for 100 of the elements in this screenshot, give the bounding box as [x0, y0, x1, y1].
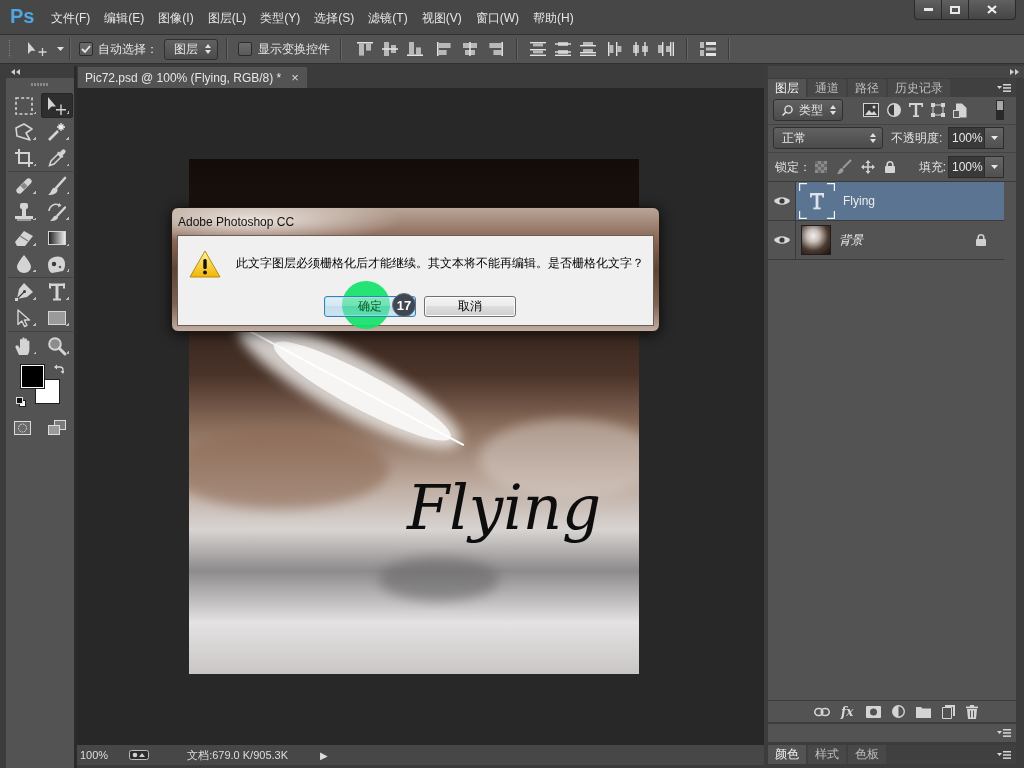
menu-item[interactable]: 类型(Y) [256, 10, 305, 26]
tool-button[interactable] [40, 93, 73, 118]
checkbox[interactable] [238, 42, 252, 56]
new-layer-icon[interactable] [942, 704, 956, 719]
folder-icon[interactable] [916, 705, 932, 718]
menu-item[interactable]: 图层(L) [203, 10, 251, 26]
brush-icon [47, 176, 66, 195]
align-center-icon[interactable] [462, 42, 478, 56]
menu-item[interactable]: 视图(V) [417, 10, 466, 26]
picture-icon[interactable] [863, 103, 879, 117]
minimize-button[interactable] [914, 0, 942, 20]
document-tab[interactable]: Pic72.psd @ 100% (Flying, RGB/8) * × [78, 67, 307, 88]
caret-icon [990, 165, 998, 169]
panel-menu-icon[interactable] [997, 84, 1011, 92]
pen-icon [14, 282, 33, 301]
checkbox[interactable] [79, 42, 93, 56]
panel-tab[interactable]: 色板 [848, 745, 886, 764]
half-circle-icon[interactable] [887, 103, 901, 117]
panel-menu-icon[interactable] [997, 729, 1011, 737]
lock-label: 锁定： [775, 158, 811, 176]
panel-tab[interactable]: 样式 [808, 745, 846, 764]
document-info: 文档:679.0 K/905.3K [187, 747, 289, 763]
layer-row[interactable]: Flying [796, 182, 1004, 220]
fill-menu-button[interactable] [985, 156, 1004, 178]
distribute-top-icon[interactable] [530, 42, 546, 56]
zoom-icon [47, 336, 66, 355]
close-button[interactable] [969, 0, 1016, 20]
distribute-left-icon[interactable] [608, 42, 624, 56]
expand-arrows-icon[interactable] [1010, 69, 1019, 75]
align-left-icon[interactable] [437, 42, 453, 56]
checkerboard-icon[interactable] [815, 161, 827, 173]
distribute-right-icon[interactable] [658, 42, 674, 56]
sponge-icon [47, 254, 66, 273]
distribute-middle-icon[interactable] [555, 42, 571, 56]
maximize-button[interactable] [942, 0, 969, 20]
swap-arrow-icon[interactable] [54, 364, 64, 374]
auto-select-dropdown[interactable]: 图层 [164, 38, 218, 60]
panel-tab[interactable]: 路径 [848, 79, 886, 97]
menu-item[interactable]: 文件(F) [47, 10, 95, 26]
eye-icon[interactable] [773, 196, 790, 206]
panel-tab[interactable]: 通道 [808, 79, 846, 97]
tick-icon [81, 45, 91, 53]
menu-item[interactable]: 滤镜(T) [364, 10, 412, 26]
minimize-icon [923, 8, 933, 11]
menu-item[interactable]: 编辑(E) [100, 10, 149, 26]
tool-preset-button[interactable] [28, 42, 64, 56]
status-menu-arrow[interactable]: ▶ [320, 749, 328, 761]
collapse-arrows-icon[interactable] [11, 69, 20, 75]
filter-dropdown[interactable]: 类型 [773, 99, 843, 121]
panel-tab[interactable]: 历史记录 [888, 79, 950, 97]
color-swatches-icon[interactable] [20, 364, 60, 404]
up-down-arrow-icon [830, 105, 836, 115]
eyedropper-icon [47, 148, 66, 167]
search-icon [782, 104, 793, 116]
brush-arrow-icon [47, 202, 66, 221]
screen-mode-icon[interactable] [48, 420, 66, 435]
panel-menu-icon[interactable] [997, 750, 1011, 759]
close-button[interactable]: × [291, 70, 299, 85]
opacity-menu-button[interactable] [985, 127, 1004, 149]
blend-mode-dropdown[interactable]: 正常 [773, 127, 883, 149]
align-top-icon[interactable] [357, 42, 373, 56]
layer-name: Flying [843, 194, 875, 208]
dialog-button[interactable]: 取消 [424, 296, 516, 317]
type-icon[interactable] [909, 103, 923, 117]
click-highlight-icon [342, 281, 390, 329]
opacity-field[interactable]: 100% [948, 127, 985, 149]
fill-field[interactable]: 100% [948, 156, 985, 178]
align-bottom-icon[interactable] [407, 42, 423, 56]
document-icon[interactable] [953, 102, 967, 118]
layer-effects-control[interactable]: fx [841, 704, 856, 719]
auto-align-icon[interactable] [700, 42, 716, 56]
caret-icon [990, 136, 998, 140]
link-icon[interactable] [814, 706, 830, 717]
eye-icon[interactable] [773, 235, 790, 245]
menu-item[interactable]: 选择(S) [310, 10, 359, 26]
trash-icon[interactable] [966, 704, 979, 719]
status-icon[interactable] [129, 750, 150, 760]
panel-tab[interactable]: 颜色 [768, 745, 806, 764]
distribute-center-icon[interactable] [633, 42, 649, 56]
menu-item[interactable]: 窗口(W) [471, 10, 523, 26]
move-arrows-icon[interactable] [861, 160, 875, 174]
drop-icon [14, 254, 33, 273]
up-down-arrow-icon [870, 133, 876, 143]
distribute-bottom-icon[interactable] [580, 42, 596, 56]
layer-row[interactable]: 背景 [796, 221, 1004, 259]
canvas-text: Flying [405, 471, 603, 545]
filter-toggle-switch[interactable] [996, 100, 1004, 120]
align-middle-icon[interactable] [382, 42, 398, 56]
default-colors-icon[interactable] [16, 397, 26, 407]
quick-mask-icon[interactable] [14, 420, 31, 435]
menu-item[interactable]: 图像(I) [154, 10, 198, 26]
menu-item[interactable]: 帮助(H) [529, 10, 578, 26]
half-circle-icon[interactable] [892, 705, 906, 718]
panel-tab[interactable]: 图层 [768, 79, 806, 97]
bounding-box-icon[interactable] [931, 103, 945, 117]
lock-icon[interactable] [885, 161, 895, 173]
up-down-arrow-icon [205, 44, 211, 54]
mask-icon[interactable] [866, 705, 882, 718]
brush-icon[interactable] [837, 160, 851, 174]
align-right-icon[interactable] [487, 42, 503, 56]
